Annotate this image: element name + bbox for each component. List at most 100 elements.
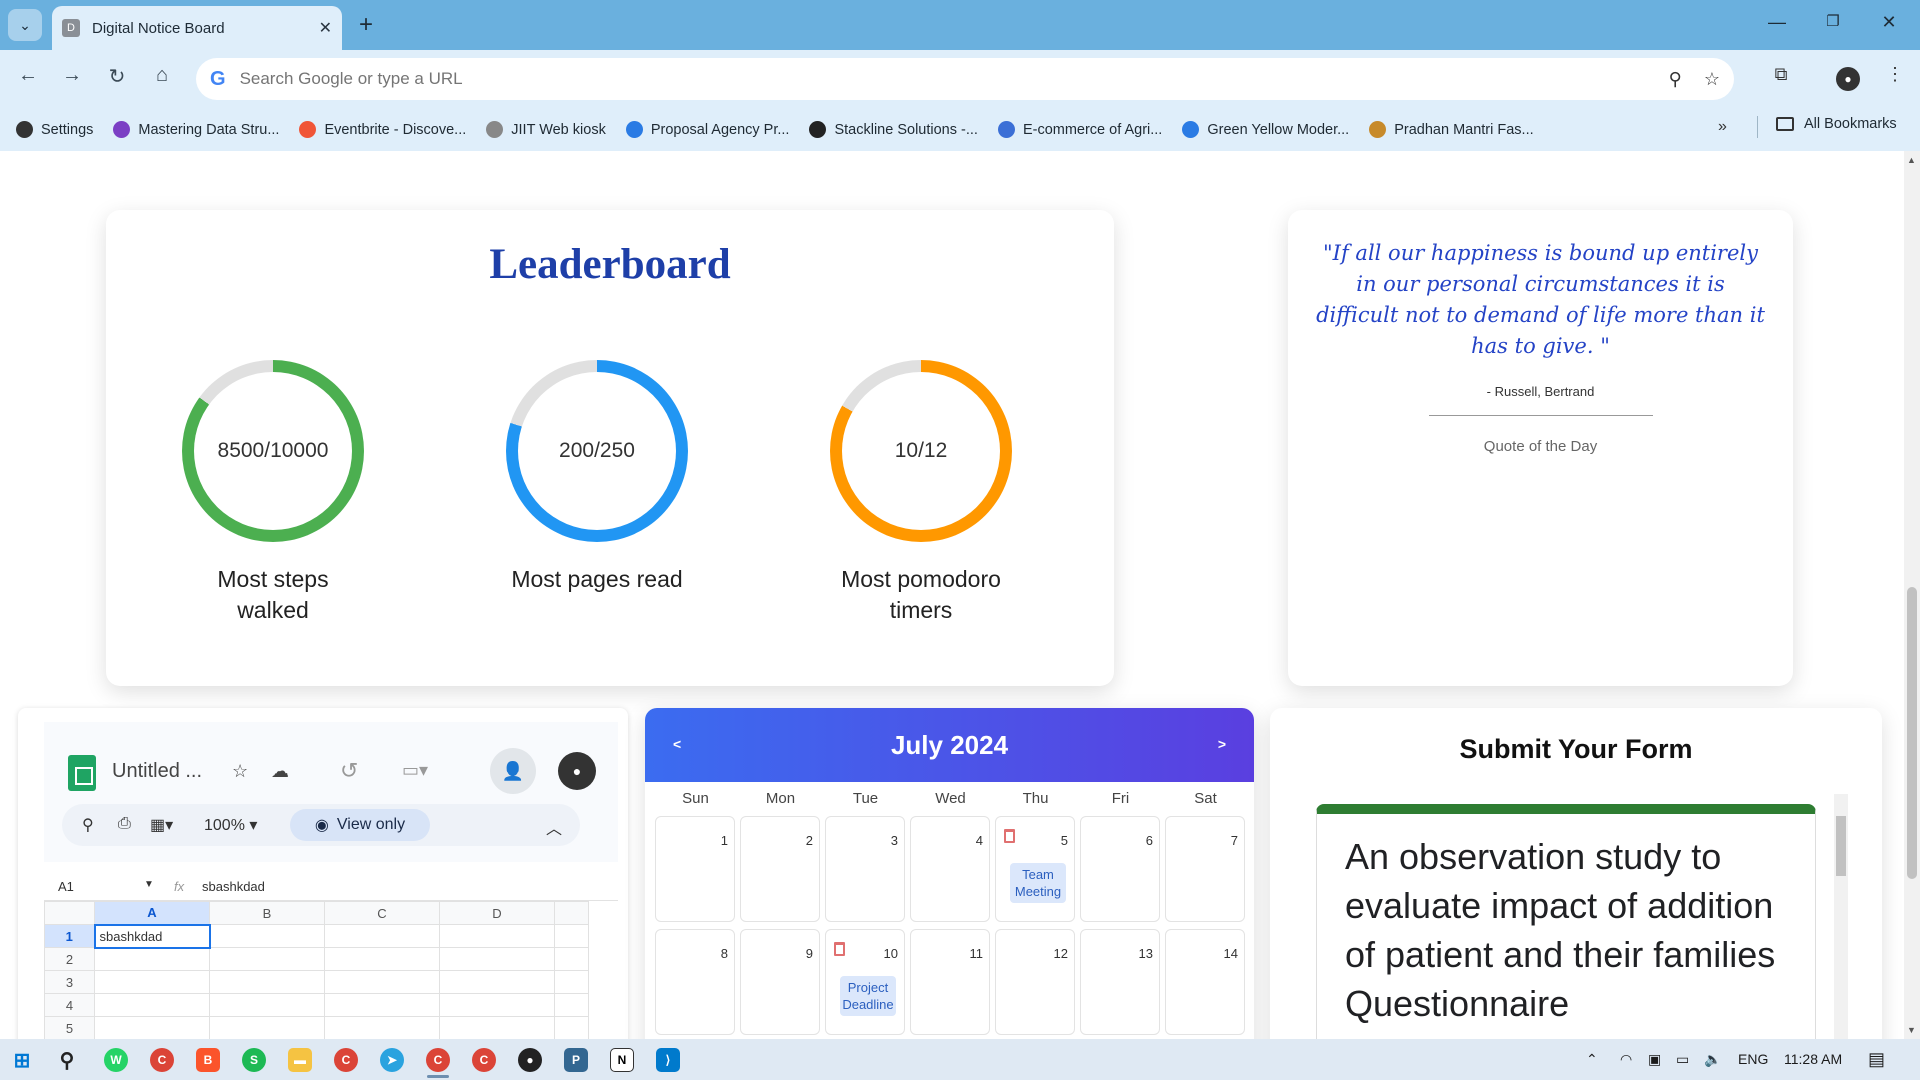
restore-icon[interactable]: ❐ — [1818, 12, 1848, 30]
app-icon[interactable]: ● — [518, 1048, 542, 1072]
cell[interactable] — [554, 993, 589, 1017]
reload-icon[interactable]: ↻ — [102, 64, 132, 89]
cell[interactable] — [554, 924, 589, 948]
calendar-day[interactable]: 11 — [910, 929, 990, 1035]
windows-start-icon[interactable]: ⊞ — [10, 1048, 34, 1072]
bookmark-item[interactable]: JIIT Web kiosk — [486, 121, 606, 138]
column-header[interactable] — [554, 901, 589, 925]
delete-event-icon[interactable] — [834, 942, 845, 956]
cell[interactable] — [324, 947, 440, 971]
bookmark-item[interactable]: Proposal Agency Pr... — [625, 121, 789, 138]
chrome-icon[interactable]: C — [150, 1048, 174, 1072]
form-scroll-thumb[interactable] — [1836, 816, 1846, 876]
battery-icon[interactable]: ▭ — [1676, 1051, 1689, 1068]
close-tab-icon[interactable]: ✕ — [319, 18, 332, 38]
more-bookmarks-icon[interactable]: » — [1718, 118, 1727, 136]
column-header[interactable]: D — [439, 901, 555, 925]
cell[interactable] — [209, 970, 325, 994]
notifications-icon[interactable]: ▤ — [1868, 1049, 1885, 1070]
share-button[interactable]: 👤 — [490, 748, 536, 794]
print-icon[interactable]: ⎙ — [118, 815, 131, 833]
minimize-icon[interactable]: — — [1762, 12, 1792, 33]
search-icon[interactable]: ⚲ — [55, 1048, 79, 1072]
calendar-day[interactable]: 13 — [1080, 929, 1160, 1035]
menu-icon[interactable]: ⋮ — [1880, 64, 1910, 85]
telegram-icon[interactable]: ➤ — [380, 1048, 404, 1072]
cell[interactable] — [439, 947, 555, 971]
spotify-icon[interactable]: S — [242, 1048, 266, 1072]
chrome-profile-icon[interactable]: C — [334, 1048, 358, 1072]
calendar-day[interactable]: 14 — [1165, 929, 1245, 1035]
next-month-button[interactable]: > — [1218, 736, 1226, 752]
new-tab-button[interactable]: + — [352, 11, 380, 39]
calendar-day[interactable]: 4 — [910, 816, 990, 922]
forward-icon[interactable]: → — [57, 64, 87, 87]
close-window-icon[interactable]: ✕ — [1874, 12, 1904, 33]
collapse-icon[interactable]: ︿ — [546, 815, 562, 839]
scroll-down-icon[interactable]: ▼ — [1907, 1025, 1916, 1035]
tab-search-button[interactable]: ⌄ — [8, 9, 42, 41]
corner-cell[interactable] — [44, 901, 95, 925]
cell[interactable] — [554, 1016, 589, 1039]
prev-month-button[interactable]: < — [673, 736, 681, 752]
search-icon[interactable]: ⚲ — [82, 815, 94, 835]
cell-a1[interactable]: sbashkdad — [93, 923, 211, 949]
cell[interactable] — [439, 970, 555, 994]
calendar-day[interactable]: 2 — [740, 816, 820, 922]
history-icon[interactable]: ↺ — [340, 758, 358, 784]
row-header[interactable]: 4 — [44, 993, 95, 1017]
scroll-up-icon[interactable]: ▲ — [1907, 155, 1916, 165]
row-header[interactable]: 3 — [44, 970, 95, 994]
calendar-day[interactable]: 9 — [740, 929, 820, 1035]
column-header[interactable]: A — [94, 901, 210, 925]
whatsapp-icon[interactable]: W — [104, 1048, 128, 1072]
calendar-day[interactable]: 12 — [995, 929, 1075, 1035]
bookmark-item[interactable]: E-commerce of Agri... — [997, 121, 1162, 138]
calendar-day[interactable]: 1 — [655, 816, 735, 922]
column-header[interactable]: B — [209, 901, 325, 925]
bookmark-item[interactable]: Stackline Solutions -... — [809, 121, 978, 138]
calendar-day[interactable]: 5 Team Meeting — [995, 816, 1075, 922]
star-icon[interactable]: ☆ — [232, 761, 248, 782]
cell[interactable] — [324, 993, 440, 1017]
network-icon[interactable]: ▣ — [1648, 1051, 1661, 1068]
back-icon[interactable]: ← — [13, 64, 43, 87]
cell[interactable] — [439, 1016, 555, 1039]
notion-icon[interactable]: N — [610, 1048, 634, 1072]
row-header[interactable]: 2 — [44, 947, 95, 971]
cell[interactable] — [209, 993, 325, 1017]
cell[interactable] — [94, 1016, 210, 1039]
sheet-title[interactable]: Untitled ... — [112, 760, 202, 783]
cell-reference[interactable]: A1 — [58, 879, 74, 894]
chrome-active-icon[interactable]: C — [426, 1048, 450, 1072]
bookmark-item[interactable]: Green Yellow Moder... — [1182, 121, 1349, 138]
cell[interactable] — [324, 970, 440, 994]
cell[interactable] — [209, 924, 325, 948]
bookmark-item[interactable]: Mastering Data Stru... — [113, 121, 279, 138]
address-input[interactable] — [239, 69, 1647, 89]
calendar-day[interactable]: 6 — [1080, 816, 1160, 922]
view-only-button[interactable]: ◉ View only — [290, 809, 430, 841]
row-header[interactable]: 5 — [44, 1016, 95, 1039]
chevron-down-icon[interactable]: ▼ — [144, 879, 154, 890]
wifi-icon[interactable]: ◠ — [1620, 1051, 1632, 1068]
address-bar[interactable]: G ⚲ ☆ — [196, 58, 1734, 100]
cloud-icon[interactable]: ☁ — [271, 761, 289, 782]
delete-event-icon[interactable] — [1004, 829, 1015, 843]
account-avatar[interactable]: ● — [558, 752, 596, 790]
formula-value[interactable]: sbashkdad — [202, 879, 265, 894]
cell[interactable] — [209, 947, 325, 971]
star-icon[interactable]: ☆ — [1704, 69, 1720, 90]
tray-overflow-icon[interactable]: ⌃ — [1586, 1051, 1598, 1068]
brave-icon[interactable]: B — [196, 1048, 220, 1072]
format-icon[interactable]: ▦▾ — [150, 815, 173, 835]
home-icon[interactable]: ⌂ — [147, 64, 177, 87]
calendar-day[interactable]: 8 — [655, 929, 735, 1035]
cell[interactable] — [94, 947, 210, 971]
vscode-icon[interactable]: ⟩ — [656, 1048, 680, 1072]
chrome-profile2-icon[interactable]: C — [472, 1048, 496, 1072]
postgres-icon[interactable]: P — [564, 1048, 588, 1072]
cell[interactable] — [209, 1016, 325, 1039]
file-explorer-icon[interactable]: ▬ — [288, 1048, 312, 1072]
calendar-event[interactable]: Team Meeting — [1010, 863, 1066, 903]
